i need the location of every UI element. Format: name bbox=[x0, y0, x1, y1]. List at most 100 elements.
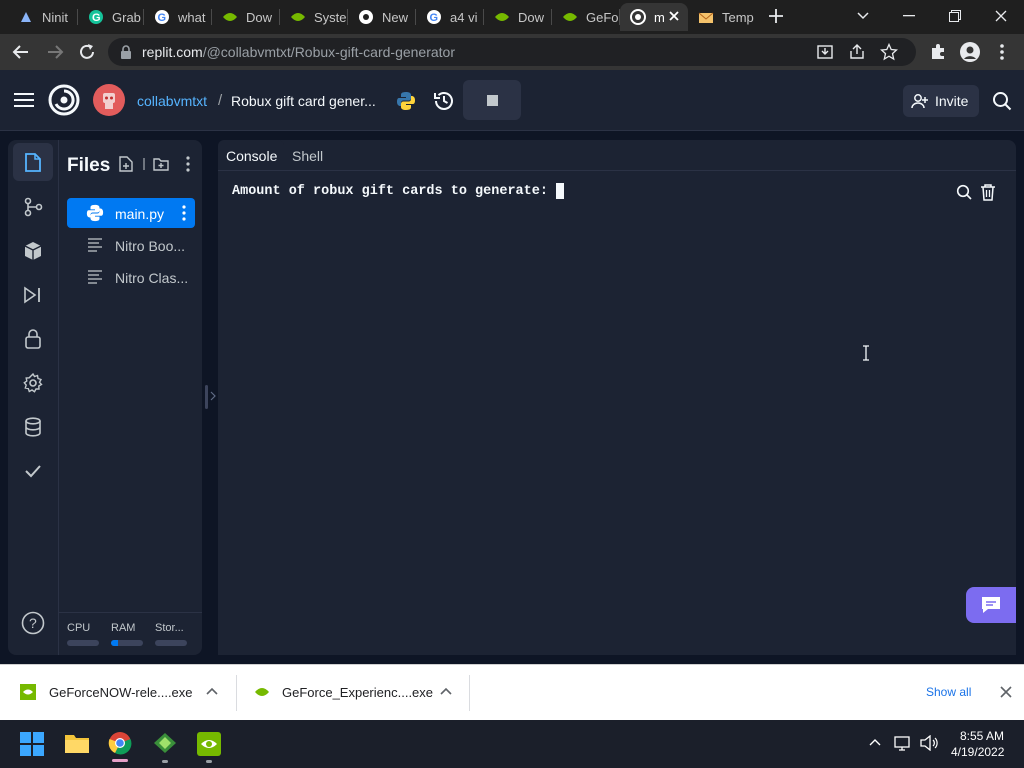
install-app-icon[interactable] bbox=[816, 43, 834, 61]
add-user-icon bbox=[911, 93, 929, 109]
invite-button[interactable]: Invite bbox=[903, 85, 979, 117]
svg-text:G: G bbox=[158, 12, 167, 24]
file-name: main.py bbox=[115, 206, 165, 222]
nvidia-icon bbox=[562, 9, 578, 25]
profile-avatar-icon[interactable] bbox=[960, 42, 980, 62]
address-bar[interactable]: replit.com/@collabvmtxt/Robux-gift-card-… bbox=[108, 38, 916, 66]
browser-tab[interactable]: Syste bbox=[280, 3, 348, 31]
tool-rail: ? bbox=[8, 140, 58, 655]
chrome-taskbar-icon[interactable] bbox=[108, 731, 132, 762]
database-icon[interactable] bbox=[20, 414, 46, 440]
file-name: Nitro Boo... bbox=[115, 238, 186, 254]
clock-date[interactable]: 4/19/2022 bbox=[951, 745, 1004, 759]
packages-cube-icon[interactable] bbox=[20, 238, 46, 264]
windows-start-icon[interactable] bbox=[20, 732, 44, 756]
new-tab-button[interactable] bbox=[760, 0, 792, 32]
file-item-nitro-classic[interactable]: Nitro Clas... bbox=[67, 262, 195, 292]
grammarly-icon: G bbox=[88, 9, 104, 25]
back-button[interactable] bbox=[12, 43, 30, 61]
nvidia-file-icon bbox=[20, 684, 36, 700]
repl-name[interactable]: Robux gift card gener... bbox=[231, 93, 376, 109]
clear-console-trash-icon[interactable] bbox=[980, 183, 996, 201]
chevron-up-icon[interactable] bbox=[206, 687, 218, 695]
console-prompt-line: Amount of robux gift cards to generate: bbox=[232, 183, 565, 199]
browser-tab-active[interactable]: m bbox=[620, 3, 688, 31]
user-avatar[interactable] bbox=[93, 84, 125, 116]
panel-resize-handle[interactable] bbox=[205, 385, 208, 409]
clock-time[interactable]: 8:55 AM bbox=[960, 729, 1004, 743]
secrets-lock-icon[interactable] bbox=[20, 326, 46, 352]
ram-meter[interactable] bbox=[111, 640, 143, 646]
svg-text:?: ? bbox=[29, 615, 37, 631]
nvidia-taskbar-icon[interactable] bbox=[197, 732, 221, 763]
file-menu-icon[interactable] bbox=[181, 205, 187, 221]
help-icon[interactable]: ? bbox=[20, 610, 46, 636]
console-output[interactable]: Amount of robux gift cards to generate: bbox=[218, 170, 1016, 655]
download-item[interactable]: GeForceNOW-rele....exe bbox=[0, 665, 236, 721]
console-prompt-text: Amount of robux gift cards to generate: bbox=[232, 183, 557, 199]
nvidia-icon bbox=[290, 9, 306, 25]
close-window-button[interactable] bbox=[978, 0, 1024, 32]
files-tool-button[interactable] bbox=[13, 143, 53, 181]
browser-tab-bar: Ninit G Grab G what Dow Syste New G a4 v… bbox=[0, 0, 1024, 34]
google-icon: G bbox=[426, 9, 442, 25]
settings-gear-icon[interactable] bbox=[20, 370, 46, 396]
new-file-icon[interactable] bbox=[119, 156, 133, 172]
tab-console[interactable]: Console bbox=[218, 140, 284, 171]
stop-button[interactable] bbox=[463, 80, 521, 120]
tab-shell[interactable]: Shell bbox=[284, 140, 334, 170]
chevron-right-icon[interactable] bbox=[210, 391, 216, 401]
file-explorer-icon[interactable] bbox=[64, 732, 90, 754]
python-icon bbox=[86, 204, 104, 222]
app-taskbar-icon[interactable] bbox=[153, 732, 177, 763]
browser-tab[interactable]: Dow bbox=[212, 3, 280, 31]
browser-tab[interactable]: G Grab bbox=[78, 3, 144, 31]
browser-tab[interactable]: Ninit bbox=[8, 3, 78, 31]
console-tab-strip: Console Shell bbox=[218, 140, 1016, 171]
close-downloads-icon[interactable] bbox=[1000, 686, 1012, 698]
show-all-downloads-link[interactable]: Show all bbox=[926, 685, 971, 699]
download-item[interactable]: GeForce_Experienc....exe bbox=[237, 665, 469, 721]
file-item-main-py[interactable]: main.py bbox=[67, 198, 195, 228]
lock-icon bbox=[120, 45, 132, 59]
chat-button[interactable] bbox=[966, 587, 1016, 623]
files-menu-icon[interactable] bbox=[185, 156, 191, 172]
cpu-meter[interactable] bbox=[67, 640, 99, 646]
history-icon[interactable] bbox=[433, 90, 455, 112]
bookmark-star-icon[interactable] bbox=[880, 43, 898, 61]
reload-button[interactable] bbox=[78, 43, 96, 61]
search-icon[interactable] bbox=[992, 91, 1012, 111]
extensions-puzzle-icon[interactable] bbox=[929, 43, 947, 61]
close-tab-icon[interactable] bbox=[668, 10, 680, 22]
google-icon: G bbox=[154, 9, 170, 25]
browser-tab[interactable]: GeFo bbox=[552, 3, 620, 31]
owner-username-link[interactable]: collabvmtxt bbox=[137, 93, 207, 109]
browser-tab[interactable]: G what bbox=[144, 3, 212, 31]
forward-button[interactable] bbox=[46, 43, 64, 61]
unit-tests-check-icon[interactable] bbox=[20, 458, 46, 484]
browser-tab[interactable]: Temp bbox=[688, 3, 756, 31]
console-search-icon[interactable] bbox=[956, 184, 972, 200]
browser-tab[interactable]: G a4 vi bbox=[416, 3, 484, 31]
restore-button[interactable] bbox=[932, 0, 978, 32]
volume-icon[interactable] bbox=[920, 735, 938, 751]
console-pane: Console Shell Amount of robux gift cards… bbox=[218, 140, 1016, 655]
hamburger-menu-icon[interactable] bbox=[14, 92, 34, 108]
share-icon[interactable] bbox=[848, 43, 866, 61]
tab-search-chevron-icon[interactable] bbox=[840, 0, 886, 32]
tray-chevron-up-icon[interactable] bbox=[869, 738, 881, 746]
storage-meter[interactable] bbox=[155, 640, 187, 646]
replit-logo-icon[interactable] bbox=[48, 84, 80, 116]
network-icon[interactable] bbox=[894, 735, 912, 751]
debugger-icon[interactable] bbox=[20, 282, 46, 308]
download-file-name: GeForce_Experienc....exe bbox=[282, 685, 434, 700]
chevron-up-icon[interactable] bbox=[440, 687, 452, 695]
nvidia-icon bbox=[222, 9, 238, 25]
git-branch-icon[interactable] bbox=[20, 194, 46, 220]
browser-tab[interactable]: New bbox=[348, 3, 416, 31]
minimize-button[interactable] bbox=[886, 0, 932, 32]
browser-tab[interactable]: Dow bbox=[484, 3, 552, 31]
new-folder-icon[interactable] bbox=[153, 157, 169, 171]
browser-menu-icon[interactable] bbox=[996, 43, 1008, 61]
file-item-nitro-boost[interactable]: Nitro Boo... bbox=[67, 230, 195, 260]
